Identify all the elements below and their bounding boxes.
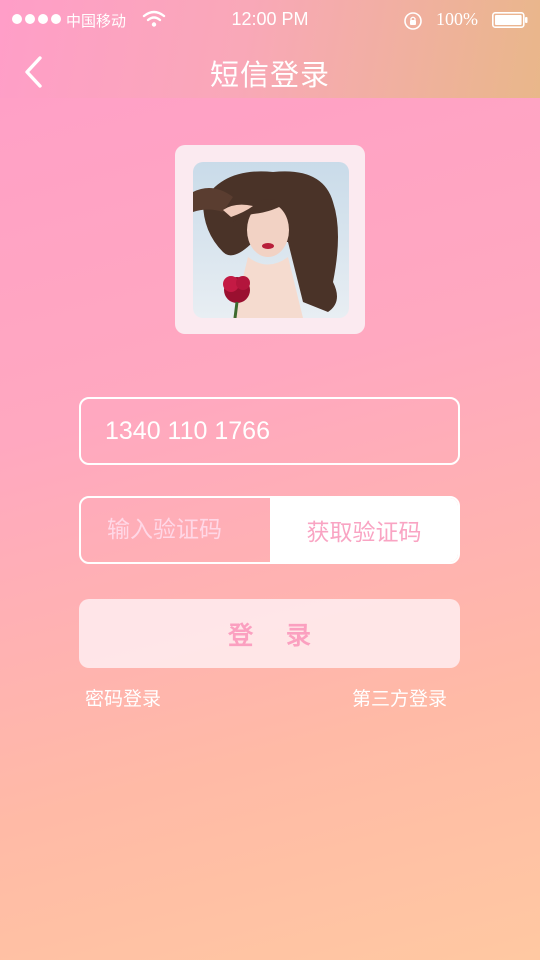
battery-icon xyxy=(492,12,528,28)
login-button[interactable]: 登 录 xyxy=(79,599,460,668)
status-bar: 中国移动 12:00 PM 100% xyxy=(0,0,540,40)
rotation-lock-icon xyxy=(404,12,422,30)
password-login-link[interactable]: 密码登录 xyxy=(85,684,161,711)
phone-number-field[interactable] xyxy=(79,397,460,465)
verification-code-input[interactable] xyxy=(81,498,270,562)
third-party-login-link[interactable]: 第三方登录 xyxy=(352,684,447,711)
battery-percentage: 100% xyxy=(436,9,478,29)
avatar-frame xyxy=(175,145,365,334)
phone-number-input[interactable] xyxy=(81,399,458,463)
avatar-image xyxy=(193,162,349,318)
get-code-button[interactable]: 获取验证码 xyxy=(270,498,458,562)
verification-code-row: 获取验证码 xyxy=(79,496,460,564)
page-title: 短信登录 xyxy=(209,58,330,92)
